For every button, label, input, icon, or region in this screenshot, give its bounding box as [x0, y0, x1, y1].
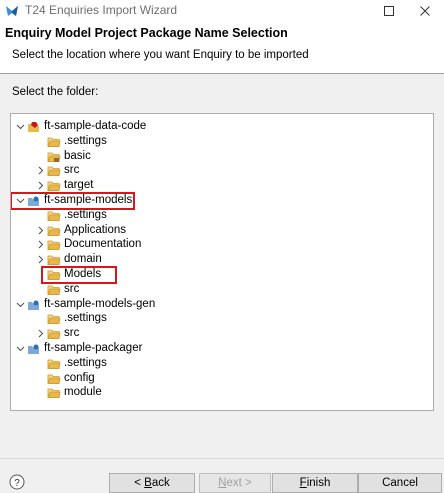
folder-icon: [47, 226, 61, 236]
folder-icon: [47, 374, 61, 384]
folder-tree[interactable]: ft-sample-data-code .settings basic src targ…: [10, 113, 434, 411]
svg-text:?: ?: [14, 478, 20, 489]
tree-node-label: config: [64, 371, 95, 384]
question-mark-icon[interactable]: ?: [9, 474, 25, 490]
tree-node-label: .settings: [64, 312, 107, 325]
chevron-down-icon[interactable]: [16, 344, 25, 353]
back-prefix: <: [134, 477, 145, 489]
tree-folder-row[interactable]: .settings: [11, 312, 431, 327]
tree-node-label: .settings: [64, 208, 107, 221]
chevron-right-icon[interactable]: [36, 255, 45, 264]
select-folder-label: Select the folder:: [12, 86, 99, 98]
package-folder-icon: [47, 152, 61, 162]
tree-node-label: ft-sample-packager: [44, 342, 143, 354]
tree-folder-row[interactable]: src: [11, 164, 431, 179]
data-project-icon: [28, 122, 39, 132]
cancel-label: Cancel: [382, 477, 418, 489]
finish-mnemonic: F: [299, 477, 307, 489]
page-description: Select the location where you want Enqui…: [12, 49, 309, 61]
maximize-button[interactable]: [372, 0, 408, 22]
tree-node-label: ft-sample-data-code: [44, 120, 147, 132]
tree-node-label: basic: [64, 149, 91, 162]
chevron-right-icon[interactable]: [36, 329, 45, 338]
finish-button[interactable]: Finish: [272, 473, 358, 493]
chevron-right-icon[interactable]: [36, 240, 45, 249]
folder-icon: [47, 240, 61, 251]
tree-folder-row[interactable]: basic: [11, 150, 431, 165]
model-project-icon: [28, 300, 39, 310]
finish-rest: inish: [306, 477, 331, 489]
model-project-icon: [28, 344, 39, 354]
tree-project-row[interactable]: ft-sample-packager: [11, 342, 431, 357]
tree-node-label: .settings: [64, 356, 107, 369]
close-icon: [420, 6, 430, 16]
tree-node-label: target: [64, 179, 94, 192]
footer-divider: [0, 458, 444, 459]
tree-project-row[interactable]: ft-sample-data-code: [11, 120, 431, 135]
tree-node-label: src: [64, 282, 80, 295]
tree-folder-row[interactable]: .settings: [11, 209, 431, 224]
highlight-box: [11, 192, 135, 210]
tree-node-label: module: [64, 386, 102, 399]
back-rest: ack: [151, 477, 170, 489]
tree-folder-row[interactable]: Applications: [11, 224, 431, 239]
tree-project-row[interactable]: ft-sample-models-gen: [11, 298, 431, 313]
next-rest: ext >: [226, 477, 252, 489]
folder-icon: [47, 181, 61, 192]
tree-node-label: domain: [64, 253, 102, 266]
tree-node-label: src: [64, 164, 80, 177]
chevron-right-icon[interactable]: [36, 226, 45, 235]
tree-folder-row[interactable]: .settings: [11, 135, 431, 150]
folder-icon: [47, 359, 61, 369]
tree-folder-row[interactable]: .settings: [11, 357, 431, 372]
folder-icon: [47, 211, 61, 221]
folder-icon: [47, 137, 61, 147]
tree-folder-row[interactable]: config: [11, 372, 431, 387]
folder-icon: [47, 255, 61, 266]
tree-folder-row[interactable]: module: [11, 386, 431, 401]
next-button[interactable]: Next >: [199, 473, 271, 493]
folder-icon: [47, 314, 61, 325]
back-button[interactable]: < Back: [109, 473, 195, 493]
app-logo-icon: [6, 6, 18, 16]
next-mnemonic: N: [218, 477, 227, 489]
tree-node-label: src: [64, 327, 80, 340]
tree-node-label: Applications: [64, 223, 127, 236]
close-button[interactable]: [408, 0, 444, 22]
folder-icon: [47, 388, 61, 399]
tree-node-label: ft-sample-models-gen: [44, 297, 156, 310]
tree-folder-row[interactable]: src: [11, 327, 431, 342]
header-divider: [0, 73, 444, 74]
page-title: Enquiry Model Project Package Name Selec…: [5, 26, 288, 40]
highlight-box: [41, 266, 117, 284]
chevron-right-icon[interactable]: [36, 181, 45, 190]
title-bar: T24 Enquiries Import Wizard: [0, 0, 444, 22]
maximize-icon: [384, 6, 394, 16]
folder-icon: [47, 329, 61, 340]
tree-folder-row[interactable]: src: [11, 283, 431, 298]
tree-node-label: Documentation: [64, 238, 142, 251]
chevron-down-icon[interactable]: [16, 300, 25, 309]
tree-folder-row[interactable]: Documentation: [11, 238, 431, 253]
folder-icon: [47, 285, 61, 295]
chevron-right-icon[interactable]: [36, 166, 45, 175]
chevron-down-icon[interactable]: [16, 122, 25, 131]
window-title: T24 Enquiries Import Wizard: [25, 3, 178, 17]
folder-icon: [47, 166, 61, 177]
wizard-header: Enquiry Model Project Package Name Selec…: [0, 22, 444, 73]
back-mnemonic: B: [144, 477, 152, 489]
tree-node-label: .settings: [64, 134, 107, 147]
cancel-button[interactable]: Cancel: [358, 473, 442, 493]
